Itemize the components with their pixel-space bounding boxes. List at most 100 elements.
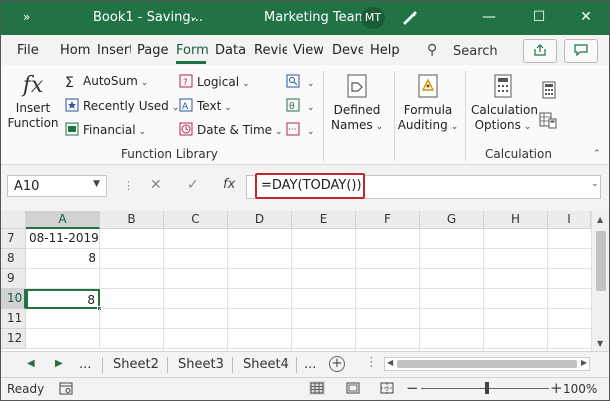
expand-formula-bar-icon[interactable]: ⌄ — [591, 179, 599, 189]
column-header-e[interactable]: E — [292, 211, 356, 229]
row-header-7[interactable]: 7 — [1, 229, 26, 249]
more-sheets-left[interactable]: ... — [79, 355, 91, 375]
name-box[interactable]: A10 ▼ — [7, 175, 107, 197]
column-header-a[interactable]: A — [26, 211, 100, 229]
cell-a10[interactable]: 8 — [26, 289, 100, 309]
cell-a8[interactable]: 8 — [26, 249, 100, 269]
more-sheets-right[interactable]: ... — [304, 355, 316, 375]
pen-icon[interactable] — [401, 8, 419, 26]
autosum-button[interactable]: Σ AutoSum ⌄ — [65, 74, 148, 94]
collapse-ribbon-icon[interactable]: ⌃ — [593, 149, 601, 159]
tab-page[interactable]: Page — [137, 43, 171, 58]
financial-button[interactable]: Financial ⌄ — [65, 122, 146, 142]
svg-text:?: ? — [183, 78, 188, 88]
tab-insert[interactable]: Insert — [97, 43, 131, 58]
zoom-out-button[interactable]: − — [406, 379, 419, 397]
zoom-in-button[interactable]: + — [550, 379, 563, 397]
column-header-c[interactable]: C — [164, 211, 228, 229]
tab-developer[interactable]: Developer — [332, 43, 363, 58]
search-box[interactable]: ⚲ Search — [423, 41, 523, 61]
calculate-now-icon[interactable] — [541, 81, 557, 99]
sheet-tab-sheet2[interactable]: Sheet2 — [113, 355, 159, 375]
next-sheet-icon[interactable]: ▶ — [55, 358, 63, 369]
cell-a11[interactable] — [26, 309, 100, 329]
scroll-left-icon[interactable]: ◀ — [387, 358, 393, 367]
calculation-options-button[interactable]: Calculation Options ⌄ — [471, 73, 538, 135]
restore-button[interactable]: ☐ — [524, 5, 554, 29]
comments-button[interactable] — [564, 39, 598, 63]
column-header-f[interactable]: F — [356, 211, 420, 229]
tab-home[interactable]: Home — [60, 43, 90, 58]
row-header-12[interactable]: 12 — [1, 329, 26, 349]
horizontal-scroll-thumb[interactable] — [397, 360, 577, 368]
zoom-level[interactable]: 100% — [563, 382, 597, 396]
column-header-g[interactable]: G — [420, 211, 484, 229]
chevron-down-icon[interactable]: ▼ — [93, 179, 100, 189]
sheet-tab-sheet4[interactable]: Sheet4 — [243, 355, 289, 375]
insert-function-button[interactable]: fx Insert Function — [7, 73, 59, 131]
scroll-down-icon[interactable]: ▼ — [597, 339, 603, 348]
tab-review[interactable]: Review — [254, 43, 287, 58]
recently-used-button[interactable]: Recently Used ⌄ — [65, 98, 179, 118]
cell-a12[interactable] — [26, 329, 100, 349]
vertical-scrollbar[interactable]: ▲ ▼ — [591, 211, 609, 351]
column-header-b[interactable]: B — [100, 211, 164, 229]
text-button[interactable]: A Text ⌄ — [179, 98, 232, 118]
cell-a9[interactable] — [26, 269, 100, 289]
cancel-icon[interactable]: ✕ — [150, 177, 162, 193]
scroll-up-icon[interactable]: ▲ — [597, 215, 603, 224]
more-functions-button[interactable]: ··· ⌄ — [286, 122, 315, 142]
logical-button[interactable]: ? Logical ⌄ — [179, 74, 250, 94]
calculate-sheet-icon[interactable] — [539, 111, 557, 129]
tab-divider — [296, 357, 297, 373]
cell-a7[interactable]: 08-11-2019 — [26, 229, 100, 249]
share-button[interactable] — [523, 39, 557, 63]
close-button[interactable]: ✕ — [571, 5, 601, 29]
select-all-corner[interactable] — [1, 211, 26, 229]
formula-text[interactable]: =DAY(TODAY()) — [255, 173, 365, 199]
avatar[interactable]: MT — [361, 7, 385, 29]
horizontal-scrollbar[interactable]: ◀ ▶ — [384, 357, 590, 371]
math-button[interactable]: θ ⌄ — [286, 98, 315, 118]
add-sheet-button[interactable]: + — [329, 356, 345, 372]
column-header-d[interactable]: D — [228, 211, 292, 229]
tab-data[interactable]: Data — [215, 43, 245, 58]
document-title[interactable]: Book1 - Saving... — [93, 10, 203, 25]
defined-names-label-2: Names — [331, 118, 373, 132]
column-header-h[interactable]: H — [484, 211, 548, 229]
tab-file[interactable]: File — [17, 43, 43, 58]
page-layout-icon[interactable] — [345, 381, 361, 395]
row-header-11[interactable]: 11 — [1, 309, 26, 329]
svg-text:θ: θ — [289, 102, 295, 112]
tab-help[interactable]: Help — [370, 43, 404, 58]
macro-record-icon[interactable] — [59, 382, 73, 395]
row-header-8[interactable]: 8 — [1, 249, 26, 269]
page-break-preview-icon[interactable] — [379, 381, 395, 395]
tab-formulas[interactable]: Formulas — [176, 43, 208, 58]
formula-auditing-button[interactable]: Formula Auditing ⌄ — [397, 73, 459, 135]
ribbon-separator — [323, 71, 324, 161]
normal-view-icon[interactable] — [309, 381, 325, 395]
scroll-right-icon[interactable]: ▶ — [581, 358, 587, 367]
column-header-i[interactable]: I — [548, 211, 591, 229]
chevrons-right-icon[interactable]: » — [23, 10, 30, 24]
tab-view[interactable]: View — [293, 43, 323, 58]
previous-sheet-icon[interactable]: ◀ — [27, 358, 35, 369]
vertical-scroll-thumb[interactable] — [596, 231, 606, 291]
row-header-10[interactable]: 10 — [1, 289, 26, 309]
more-icon[interactable]: ⋮ — [123, 179, 134, 192]
zoom-slider-knob[interactable] — [485, 382, 489, 394]
sheet-tab-sheet3[interactable]: Sheet3 — [178, 355, 224, 375]
lookup-button[interactable]: ⌄ — [286, 74, 315, 94]
insert-function-icon[interactable]: fx — [223, 177, 235, 192]
chevron-down-icon: ⌄ — [523, 122, 532, 132]
check-icon[interactable]: ✓ — [187, 177, 199, 193]
chevron-down-icon: ⌄ — [307, 103, 315, 113]
search-label: Search — [453, 44, 498, 59]
defined-names-button[interactable]: Defined Names ⌄ — [331, 73, 383, 135]
date-time-button[interactable]: Date & Time ⌄ — [179, 122, 283, 142]
splitter-icon[interactable]: ⋮ — [365, 355, 378, 370]
minimize-button[interactable]: — — [474, 5, 504, 29]
row-header-9[interactable]: 9 — [1, 269, 26, 289]
chevron-down-icon[interactable]: ⌄ — [189, 10, 198, 23]
